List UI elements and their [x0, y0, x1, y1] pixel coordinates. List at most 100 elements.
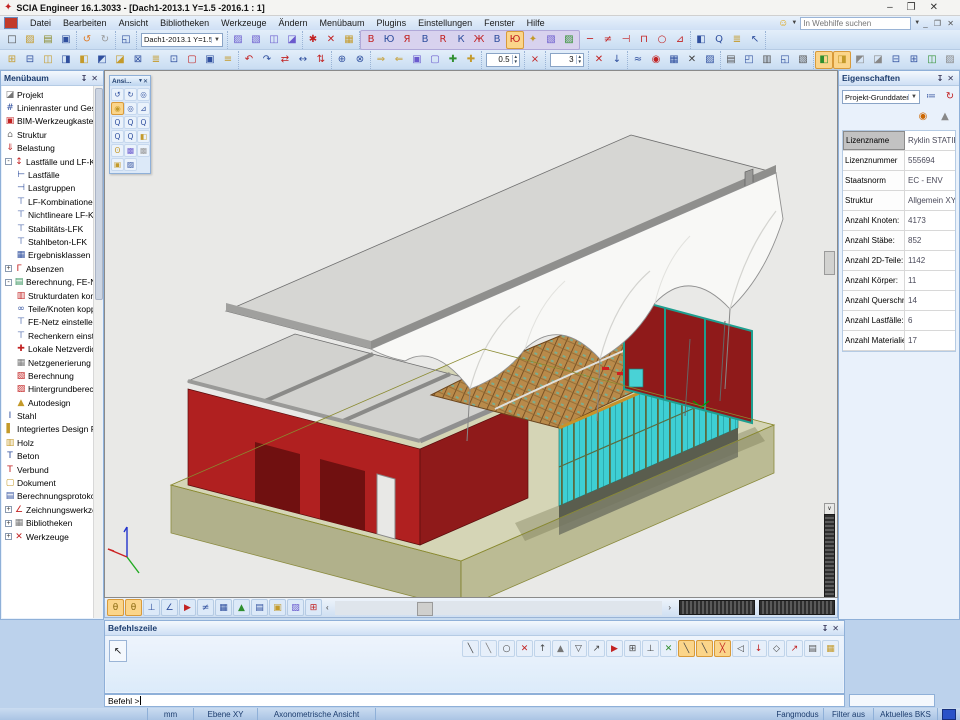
tree-item[interactable]: ⊤Stahlbeton-LFK — [2, 235, 93, 248]
pin-icon[interactable]: ↧ — [820, 624, 831, 633]
zoom-in-icon[interactable]: Q — [111, 116, 124, 129]
activity-icon-5[interactable]: R — [434, 31, 452, 49]
activity-icon-1[interactable]: В — [362, 31, 380, 49]
rotate-icon[interactable]: ▣ — [408, 51, 426, 69]
tree-item[interactable]: ▤Berechnungsprotokoll — [2, 490, 93, 503]
tree-item[interactable]: ⇓Belastung — [2, 142, 93, 155]
line-icon[interactable]: ─ — [581, 31, 599, 49]
rib-icon[interactable]: ◩ — [93, 51, 111, 69]
property-row[interactable]: Anzahl Körper:11 — [843, 271, 955, 291]
erase-icon[interactable]: ✕ — [683, 51, 701, 69]
canvas-hscroll-thumb[interactable] — [417, 602, 433, 616]
select-cursor-button[interactable]: ↖ — [109, 640, 127, 662]
zoom-all-icon[interactable]: Q — [111, 130, 124, 143]
close-panel-icon[interactable]: ✕ — [945, 74, 956, 83]
rotate-view-icon[interactable]: ↺ — [111, 88, 124, 101]
snap-extend-icon[interactable]: ↗ — [786, 640, 803, 657]
pan-slider[interactable] — [679, 600, 755, 615]
wall-icon[interactable]: ◨ — [57, 51, 75, 69]
zoom-window-icon[interactable]: Q — [137, 116, 150, 129]
snap-ortho-icon[interactable]: ⊥ — [642, 640, 659, 657]
tree-item[interactable]: ▣BIM-Werkzeugkasten — [2, 115, 93, 128]
activity-icon-2[interactable]: Ю — [380, 31, 398, 49]
snap-dir-icon[interactable]: ↗ — [588, 640, 605, 657]
menu-item-einstellungen[interactable]: Einstellungen — [412, 17, 478, 29]
supports-view-icon[interactable]: ▨ — [941, 51, 959, 69]
activity-icon-4[interactable]: В — [416, 31, 434, 49]
new-window-icon[interactable]: ◱ — [117, 31, 135, 49]
property-row[interactable]: Lizenznummer555694 — [843, 151, 955, 171]
menu-item-ansicht[interactable]: Ansicht — [113, 17, 155, 29]
tree-item[interactable]: ⌂Struktur — [2, 128, 93, 141]
wireframe-mode-icon[interactable]: ◧ — [815, 51, 833, 69]
surface-on-icon[interactable]: ⊞ — [905, 51, 923, 69]
tree-item[interactable]: +▦Bibliotheken — [2, 517, 93, 530]
tree-item[interactable]: ◪Projekt — [2, 88, 93, 101]
paste-format-icon[interactable]: ▧ — [247, 31, 265, 49]
plate-icon[interactable]: ◫ — [39, 51, 57, 69]
rotate-z-icon[interactable]: ↻ — [124, 88, 137, 101]
mirror-icon[interactable]: ▢ — [426, 51, 444, 69]
bks-color-icon[interactable] — [942, 709, 956, 720]
orbit-icon[interactable]: ◎ — [137, 88, 150, 101]
snap-midpoint-icon[interactable]: ╲ — [696, 640, 713, 657]
feedback-smiley-icon[interactable]: ☺ — [778, 18, 788, 29]
surface-off-icon[interactable]: ⊟ — [887, 51, 905, 69]
snap-box-icon[interactable]: ▦ — [822, 640, 839, 657]
export-icon[interactable]: ▲ — [936, 108, 954, 126]
tree-item[interactable]: +∠Zeichnungswerkzeuge — [2, 503, 93, 516]
person-icon[interactable]: ⊥ — [143, 599, 160, 616]
property-row[interactable]: Anzahl Querschnitte:14 — [843, 291, 955, 311]
expand-icon[interactable]: + — [5, 506, 12, 513]
snap-cross-icon[interactable]: ✕ — [660, 640, 677, 657]
tree-item[interactable]: -▤Berechnung, FE-Netz — [2, 275, 93, 288]
tree-item[interactable]: ⊢Lastfälle — [2, 168, 93, 181]
scroll-right-icon[interactable]: › — [664, 603, 675, 612]
volume-icon[interactable]: ◫ — [923, 51, 941, 69]
snap-poly-icon[interactable]: ◇ — [768, 640, 785, 657]
table-icon[interactable]: ▧ — [794, 51, 812, 69]
mountain-icon[interactable]: ▲ — [233, 599, 250, 616]
net-icon[interactable]: ⊞ — [305, 599, 322, 616]
tree-item[interactable]: ⊤Stabilitäts-LFK — [2, 222, 93, 235]
copy-format-icon[interactable]: ▨ — [229, 31, 247, 49]
book-icon[interactable]: ▤ — [251, 599, 268, 616]
tree-scrollbar-thumb[interactable] — [95, 88, 103, 300]
status-ebene-xy[interactable]: Ebene XY — [194, 708, 258, 720]
status-empty[interactable] — [0, 708, 148, 720]
model-tab2-icon[interactable]: θ — [125, 599, 142, 616]
clip-box-icon[interactable]: ▩ — [124, 144, 137, 157]
expand-icon[interactable]: + — [5, 265, 12, 272]
link-folder-icon[interactable]: ◪ — [283, 31, 301, 49]
pin-icon[interactable]: ↧ — [935, 74, 946, 83]
tree-item[interactable]: ▢Dokument — [2, 476, 93, 489]
tree-item[interactable]: TBeton — [2, 450, 93, 463]
zoom-doc-icon[interactable]: Q — [710, 31, 728, 49]
load-panel-icon[interactable]: ⊡ — [165, 51, 183, 69]
hidden-line-icon[interactable]: ◩ — [851, 51, 869, 69]
tools-icon[interactable]: ✕ — [322, 31, 340, 49]
zoom-selection-icon[interactable]: Q — [124, 130, 137, 143]
snap-arc-icon[interactable]: ○ — [498, 640, 515, 657]
tree-item[interactable]: ▦Ergebnisklassen — [2, 249, 93, 262]
expand-icon[interactable]: + — [5, 520, 12, 527]
copy-icon[interactable]: ⇐ — [390, 51, 408, 69]
status-mm[interactable]: mm — [148, 708, 194, 720]
property-row[interactable]: StaatsnormEC - ENV — [843, 171, 955, 191]
light-icon[interactable]: ʘ — [111, 144, 124, 157]
property-row[interactable]: Anzahl 2D-Teile:1142 — [843, 251, 955, 271]
preview-icon[interactable]: ◰ — [740, 51, 758, 69]
subregion-icon[interactable]: ⊠ — [129, 51, 147, 69]
activity-icon-6[interactable]: К — [452, 31, 470, 49]
model-canvas[interactable]: Ansi... ▼ ✕ ↺↻◎◉◎⊿QQQQQ◧ʘ▩▩▣▨ ∨ — [104, 70, 838, 598]
tree-item[interactable]: ▦Netzgenerierung — [2, 356, 93, 369]
mesh-icon[interactable]: ▦ — [665, 51, 683, 69]
activity-icon-3[interactable]: Я — [398, 31, 416, 49]
tree-item[interactable]: ∞Teile/Knoten koppeln — [2, 302, 93, 315]
tree-item[interactable]: ▧Berechnung — [2, 369, 93, 382]
menu-item-bearbeiten[interactable]: Bearbeiten — [57, 17, 113, 29]
tree-item[interactable]: +✕Werkzeuge — [2, 530, 93, 543]
smiley-dropdown-icon[interactable]: ▼ — [791, 20, 797, 26]
minimize-button[interactable]: – — [887, 2, 893, 13]
select-flag-icon[interactable]: ▶ — [606, 640, 623, 657]
